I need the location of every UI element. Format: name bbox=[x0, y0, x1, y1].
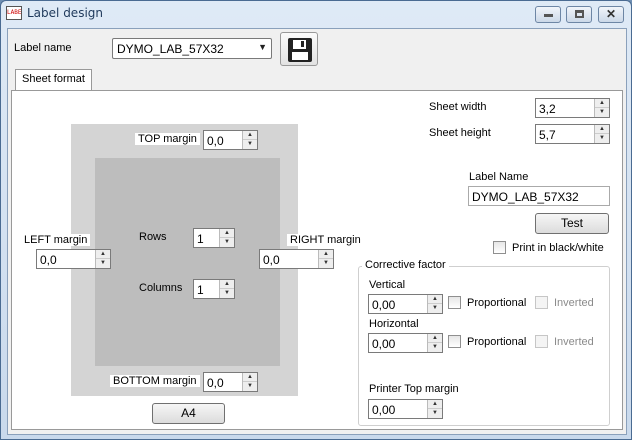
maximize-button[interactable] bbox=[566, 6, 592, 23]
spin-up-icon[interactable]: ▲ bbox=[220, 229, 234, 238]
corrective-factor-title: Corrective factor bbox=[362, 259, 449, 271]
vertical-inverted-label: Inverted bbox=[554, 297, 594, 309]
sheet-height-label: Sheet height bbox=[429, 127, 491, 139]
window-title: Label design bbox=[27, 6, 103, 20]
sheet-format-panel: TOP margin 0,0 ▲ ▼ Rows 1 ▲ ▼ Columns 1 ▲ ▼… bbox=[11, 90, 623, 430]
spin-up-icon[interactable]: ▲ bbox=[96, 250, 110, 259]
label-name-caption: Label name bbox=[14, 42, 72, 54]
left-margin-label: LEFT margin bbox=[21, 234, 91, 246]
floppy-disk-icon bbox=[288, 38, 312, 62]
label-name-field-value: DYMO_LAB_57X32 bbox=[472, 190, 579, 204]
rows-spinner[interactable]: 1 ▲ ▼ bbox=[193, 228, 235, 248]
vertical-spinner[interactable]: 0,00 ▲ ▼ bbox=[368, 294, 443, 314]
spin-down-icon[interactable]: ▼ bbox=[220, 289, 234, 298]
minimize-icon bbox=[543, 14, 553, 17]
right-margin-spinner[interactable]: 0,0 ▲ ▼ bbox=[259, 249, 334, 269]
spin-up-icon[interactable]: ▲ bbox=[220, 280, 234, 289]
horizontal-spinner[interactable]: 0,00 ▲ ▼ bbox=[368, 333, 443, 353]
rows-value: 1 bbox=[197, 232, 204, 246]
left-margin-value: 0,0 bbox=[40, 253, 57, 267]
close-icon: ✕ bbox=[605, 7, 617, 21]
spin-up-icon[interactable]: ▲ bbox=[428, 295, 442, 304]
spin-down-icon[interactable]: ▼ bbox=[220, 238, 234, 247]
app-icon: LABEL bbox=[6, 6, 22, 20]
tab-sheet-format[interactable]: Sheet format bbox=[15, 69, 92, 91]
spin-down-icon[interactable]: ▼ bbox=[428, 409, 442, 418]
label-name-combobox[interactable]: DYMO_LAB_57X32 ▼ bbox=[112, 38, 272, 59]
printer-top-margin-value: 0,00 bbox=[372, 403, 396, 417]
spin-down-icon[interactable]: ▼ bbox=[595, 134, 609, 143]
bottom-margin-label: BOTTOM margin bbox=[110, 375, 200, 387]
spin-down-icon[interactable]: ▼ bbox=[243, 382, 257, 391]
minimize-button[interactable] bbox=[535, 6, 561, 23]
top-margin-value: 0,0 bbox=[207, 134, 224, 148]
right-margin-label: RIGHT margin bbox=[287, 234, 364, 246]
test-button[interactable]: Test bbox=[535, 213, 609, 234]
horizontal-inverted-label: Inverted bbox=[554, 336, 594, 348]
horizontal-proportional-checkbox[interactable] bbox=[448, 335, 461, 348]
sheet-width-spinner[interactable]: 3,2 ▲ ▼ bbox=[535, 98, 610, 118]
vertical-label: Vertical bbox=[369, 279, 406, 291]
spin-up-icon[interactable]: ▲ bbox=[428, 334, 442, 343]
top-margin-label: TOP margin bbox=[135, 133, 200, 145]
label-name-selected: DYMO_LAB_57X32 bbox=[117, 42, 224, 56]
sheet-height-value: 5,7 bbox=[539, 128, 556, 142]
spin-up-icon[interactable]: ▲ bbox=[595, 99, 609, 108]
printer-top-margin-spinner[interactable]: 0,00 ▲ ▼ bbox=[368, 399, 443, 419]
title-bar[interactable]: LABEL Label design ✕ bbox=[1, 1, 631, 27]
save-button[interactable] bbox=[280, 32, 318, 66]
bottom-margin-spinner[interactable]: 0,0 ▲ ▼ bbox=[203, 372, 258, 392]
a4-button[interactable]: A4 bbox=[152, 403, 225, 424]
close-button[interactable]: ✕ bbox=[598, 6, 624, 23]
label-area-preview bbox=[95, 158, 280, 366]
label-name-field[interactable]: DYMO_LAB_57X32 bbox=[468, 186, 610, 206]
vertical-proportional-label: Proportional bbox=[467, 297, 527, 309]
sheet-width-value: 3,2 bbox=[539, 102, 556, 116]
spin-down-icon[interactable]: ▼ bbox=[96, 259, 110, 268]
horizontal-label: Horizontal bbox=[369, 318, 419, 330]
horizontal-inverted-checkbox[interactable] bbox=[535, 335, 548, 348]
sheet-height-spinner[interactable]: 5,7 ▲ ▼ bbox=[535, 124, 610, 144]
printer-top-margin-label: Printer Top margin bbox=[369, 383, 459, 395]
bottom-margin-value: 0,0 bbox=[207, 376, 224, 390]
spin-down-icon[interactable]: ▼ bbox=[595, 108, 609, 117]
spin-down-icon[interactable]: ▼ bbox=[243, 140, 257, 149]
sheet-width-label: Sheet width bbox=[429, 101, 487, 113]
spin-down-icon[interactable]: ▼ bbox=[428, 343, 442, 352]
label-name-field-label: Label Name bbox=[469, 171, 529, 183]
top-margin-spinner[interactable]: 0,0 ▲ ▼ bbox=[203, 130, 258, 150]
columns-label: Columns bbox=[139, 282, 183, 294]
rows-label: Rows bbox=[139, 231, 167, 243]
spin-down-icon[interactable]: ▼ bbox=[428, 304, 442, 313]
vertical-value: 0,00 bbox=[372, 298, 396, 312]
spin-up-icon[interactable]: ▲ bbox=[243, 373, 257, 382]
print-bw-label: Print in black/white bbox=[512, 242, 604, 254]
vertical-proportional-checkbox[interactable] bbox=[448, 296, 461, 309]
columns-value: 1 bbox=[197, 283, 204, 297]
horizontal-proportional-label: Proportional bbox=[467, 336, 527, 348]
spin-down-icon[interactable]: ▼ bbox=[319, 259, 333, 268]
spin-up-icon[interactable]: ▲ bbox=[595, 125, 609, 134]
vertical-inverted-checkbox[interactable] bbox=[535, 296, 548, 309]
columns-spinner[interactable]: 1 ▲ ▼ bbox=[193, 279, 235, 299]
left-margin-spinner[interactable]: 0,0 ▲ ▼ bbox=[36, 249, 111, 269]
right-margin-value: 0,0 bbox=[263, 253, 280, 267]
horizontal-value: 0,00 bbox=[372, 337, 396, 351]
chevron-down-icon: ▼ bbox=[258, 42, 267, 52]
spin-up-icon[interactable]: ▲ bbox=[319, 250, 333, 259]
label-design-window: LABEL Label design ✕ Label name DYMO_LAB… bbox=[0, 0, 632, 440]
spin-up-icon[interactable]: ▲ bbox=[243, 131, 257, 140]
maximize-icon bbox=[574, 10, 584, 18]
client-area: Label name DYMO_LAB_57X32 ▼ Sheet format… bbox=[7, 28, 627, 435]
print-bw-checkbox[interactable] bbox=[493, 241, 506, 254]
spin-up-icon[interactable]: ▲ bbox=[428, 400, 442, 409]
